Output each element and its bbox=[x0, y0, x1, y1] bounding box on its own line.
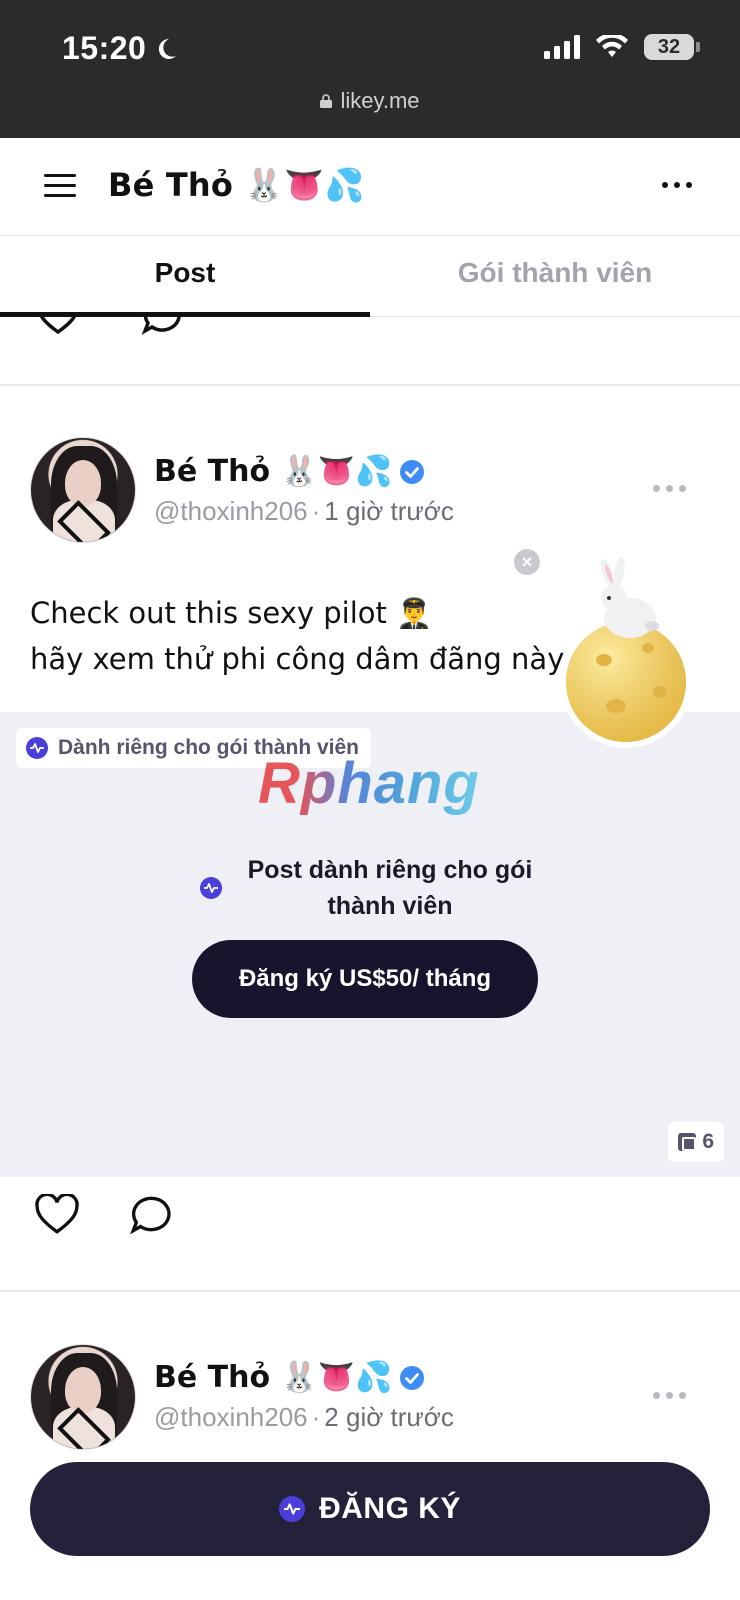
author-name-text: Bé Thỏ 🐰👅💦 bbox=[154, 1360, 393, 1395]
app-header: Bé Thỏ 🐰👅💦 bbox=[0, 140, 740, 236]
separator: · bbox=[311, 496, 321, 526]
locked-message: Post dành riêng cho gói thành viên bbox=[0, 852, 740, 924]
author-handle-line: @thoxinh206 · 2 giờ trước bbox=[154, 1402, 454, 1433]
tab-bar: Post Gói thành viên bbox=[0, 237, 740, 317]
author-name[interactable]: Bé Thỏ 🐰👅💦 bbox=[154, 1360, 425, 1395]
close-icon[interactable]: × bbox=[514, 549, 540, 575]
post-more-icon[interactable] bbox=[653, 485, 686, 492]
tab-membership-plans[interactable]: Gói thành viên bbox=[370, 237, 740, 316]
subscribe-button[interactable]: Đăng ký US$50/ tháng bbox=[192, 940, 538, 1018]
post-time: 2 giờ trước bbox=[324, 1402, 454, 1432]
pulse-icon bbox=[279, 1496, 306, 1522]
hamburger-icon[interactable] bbox=[44, 172, 76, 200]
bottom-subscribe-label: ĐĂNG KÝ bbox=[319, 1492, 461, 1525]
post-caption-line-2: hãy xem thử phi công dâm đãng này 👋🏻 bbox=[30, 642, 610, 676]
author-name-text: Bé Thỏ 🐰👅💦 bbox=[154, 454, 393, 489]
status-bar: 15:20 32 likey.me bbox=[0, 0, 740, 138]
tab-post[interactable]: Post bbox=[0, 237, 370, 317]
moon-icon bbox=[159, 38, 177, 59]
avatar[interactable] bbox=[30, 1344, 136, 1450]
wifi-icon bbox=[596, 35, 628, 57]
media-count: 6 bbox=[702, 1130, 714, 1153]
moon-rabbit-sticker[interactable] bbox=[556, 556, 706, 756]
verified-icon bbox=[399, 1365, 424, 1390]
pulse-icon bbox=[26, 737, 48, 759]
post-more-icon[interactable] bbox=[653, 1392, 686, 1399]
author-name[interactable]: Bé Thỏ 🐰👅💦 bbox=[154, 454, 425, 489]
lock-icon bbox=[320, 94, 333, 108]
author-handle-line: @thoxinh206 · 1 giờ trước bbox=[154, 496, 454, 527]
post-actions bbox=[34, 1194, 174, 1236]
status-icons: 32 bbox=[544, 34, 700, 60]
author-handle[interactable]: @thoxinh206 bbox=[154, 1402, 308, 1432]
address-bar[interactable]: likey.me bbox=[0, 88, 740, 114]
media-count-badge: 6 bbox=[668, 1122, 724, 1162]
page-title: Bé Thỏ 🐰👅💦 bbox=[108, 166, 365, 204]
locked-message-text: Post dành riêng cho gói thành viên bbox=[247, 856, 533, 920]
post-time: 1 giờ trước bbox=[324, 496, 454, 526]
battery-indicator: 32 bbox=[644, 34, 700, 60]
pulse-icon bbox=[200, 877, 222, 899]
post-caption: Check out this sexy pilot 👨‍✈️ hãy xem t… bbox=[30, 590, 610, 682]
bottom-subscribe-button[interactable]: ĐĂNG KÝ bbox=[30, 1462, 710, 1556]
author-handle[interactable]: @thoxinh206 bbox=[154, 496, 308, 526]
avatar[interactable] bbox=[30, 437, 136, 543]
signal-icon bbox=[544, 35, 580, 59]
post-divider bbox=[0, 384, 740, 386]
heart-icon[interactable] bbox=[34, 1194, 80, 1236]
url-text: likey.me bbox=[340, 88, 420, 113]
separator: · bbox=[311, 1402, 321, 1432]
home-indicator[interactable] bbox=[238, 1584, 500, 1593]
status-time-group: 15:20 bbox=[62, 30, 178, 67]
status-time: 15:20 bbox=[62, 30, 147, 66]
comment-icon[interactable] bbox=[128, 1194, 174, 1236]
verified-icon bbox=[399, 459, 424, 484]
watermark: Rphang bbox=[258, 751, 480, 816]
battery-level: 32 bbox=[657, 35, 681, 58]
more-icon[interactable] bbox=[662, 182, 692, 188]
locked-content[interactable]: Dành riêng cho gói thành viên Rphang Pos… bbox=[0, 712, 740, 1177]
post-divider bbox=[0, 1290, 740, 1292]
post-caption-line-1: Check out this sexy pilot 👨‍✈️ bbox=[30, 596, 433, 630]
media-stack-icon bbox=[678, 1133, 697, 1151]
